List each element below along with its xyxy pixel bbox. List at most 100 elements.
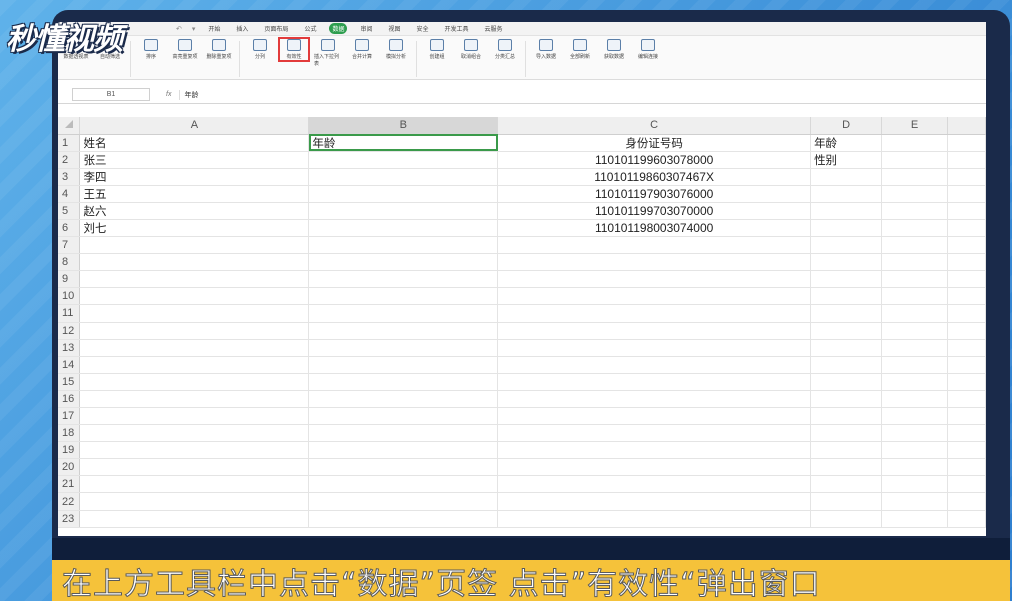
cell[interactable] [497, 270, 812, 289]
cell[interactable]: 110101199703070000 [497, 202, 812, 220]
ribbon-tab[interactable]: 审阅 [357, 23, 375, 34]
row-header[interactable]: 10 [58, 287, 81, 306]
row-header[interactable]: 8 [58, 253, 81, 272]
ribbon-button[interactable]: 分类汇总 [491, 39, 519, 60]
row-header[interactable]: 5 [58, 202, 81, 220]
cell[interactable] [308, 356, 499, 374]
cell[interactable] [308, 236, 499, 255]
cell[interactable] [79, 424, 310, 443]
cell[interactable] [881, 151, 948, 169]
cell[interactable] [947, 441, 986, 460]
cell[interactable] [881, 168, 948, 186]
cell[interactable] [947, 151, 986, 169]
cell[interactable]: 110101199603078000 [497, 151, 812, 169]
cell[interactable] [308, 219, 499, 238]
cell[interactable] [947, 373, 986, 391]
cell[interactable] [881, 219, 948, 238]
cell[interactable] [881, 270, 948, 289]
cell[interactable]: 赵六 [79, 202, 310, 220]
cell[interactable] [79, 441, 310, 460]
fx-icon[interactable]: fx [166, 91, 171, 98]
cell[interactable] [810, 304, 883, 323]
cell[interactable]: 王五 [79, 185, 310, 203]
cell[interactable] [497, 287, 812, 306]
cell[interactable] [881, 407, 948, 426]
row-header[interactable]: 15 [58, 373, 81, 391]
cell[interactable] [881, 424, 948, 443]
cell[interactable] [947, 270, 986, 289]
cell[interactable] [881, 458, 948, 477]
ribbon-button[interactable]: 删除重复项 [205, 39, 233, 60]
ribbon-button[interactable]: 有效性 [278, 37, 310, 62]
cell[interactable]: 刘七 [79, 219, 310, 238]
cell[interactable] [497, 322, 812, 340]
cell[interactable] [79, 356, 310, 374]
cell[interactable] [79, 390, 310, 409]
cell[interactable] [881, 253, 948, 272]
cell[interactable] [947, 134, 986, 152]
cell[interactable] [810, 356, 883, 374]
cell[interactable] [308, 168, 499, 186]
cell[interactable] [308, 322, 499, 340]
cell[interactable] [947, 424, 986, 443]
cell[interactable] [810, 253, 883, 272]
cell[interactable] [79, 236, 310, 255]
cell[interactable]: 性别 [810, 151, 883, 169]
cell[interactable] [947, 492, 986, 511]
ribbon-tab[interactable]: 云服务 [482, 23, 506, 34]
cell[interactable] [308, 185, 499, 203]
row-header[interactable]: 7 [58, 236, 81, 255]
ribbon-tab[interactable]: 开始 [205, 23, 223, 34]
cell[interactable] [810, 185, 883, 203]
cell[interactable] [308, 253, 499, 272]
cell[interactable]: 年龄 [810, 134, 883, 152]
cell[interactable] [497, 356, 812, 374]
cell[interactable] [497, 236, 812, 255]
cell[interactable] [308, 510, 499, 528]
cell[interactable] [497, 339, 812, 357]
cell[interactable] [79, 458, 310, 477]
cell[interactable] [881, 202, 948, 220]
cell[interactable] [79, 475, 310, 494]
cell[interactable] [497, 407, 812, 426]
ribbon-button[interactable]: 模拟分析 [382, 39, 410, 60]
cell[interactable] [810, 407, 883, 426]
cell[interactable] [810, 510, 883, 528]
cell[interactable] [881, 492, 948, 511]
ribbon-button[interactable]: 取消组合 [457, 39, 485, 60]
cell[interactable] [308, 202, 499, 220]
cell[interactable] [881, 373, 948, 391]
ribbon-button[interactable]: 编辑连接 [634, 39, 662, 60]
cell[interactable] [947, 339, 986, 357]
cell[interactable] [308, 304, 499, 323]
ribbon-tab[interactable]: 安全 [414, 23, 432, 34]
select-all-corner[interactable] [58, 117, 81, 135]
cell[interactable] [947, 236, 986, 255]
cell[interactable] [810, 270, 883, 289]
cell[interactable]: 110101198003074000 [497, 219, 812, 238]
ribbon-tab[interactable]: 开发工具 [442, 23, 472, 34]
row-header[interactable]: 4 [58, 185, 81, 203]
cell[interactable] [308, 458, 499, 477]
cell[interactable] [947, 253, 986, 272]
cell[interactable] [79, 253, 310, 272]
cell[interactable] [881, 339, 948, 357]
column-header[interactable]: D [810, 117, 883, 135]
cell[interactable] [497, 475, 812, 494]
ribbon-button[interactable]: 创建组 [423, 39, 451, 60]
cell[interactable]: 李四 [79, 168, 310, 186]
cell[interactable] [881, 304, 948, 323]
cell[interactable] [947, 458, 986, 477]
cell[interactable] [881, 236, 948, 255]
cell[interactable] [497, 253, 812, 272]
cell[interactable] [947, 168, 986, 186]
cell[interactable] [947, 510, 986, 528]
column-header-extra[interactable] [947, 117, 986, 135]
cell[interactable] [308, 475, 499, 494]
cell[interactable] [308, 287, 499, 306]
cell[interactable] [881, 287, 948, 306]
column-header[interactable]: B [308, 117, 499, 135]
cell[interactable] [947, 202, 986, 220]
row-header[interactable]: 2 [58, 151, 81, 169]
cell[interactable]: 身份证号码 [497, 134, 812, 152]
